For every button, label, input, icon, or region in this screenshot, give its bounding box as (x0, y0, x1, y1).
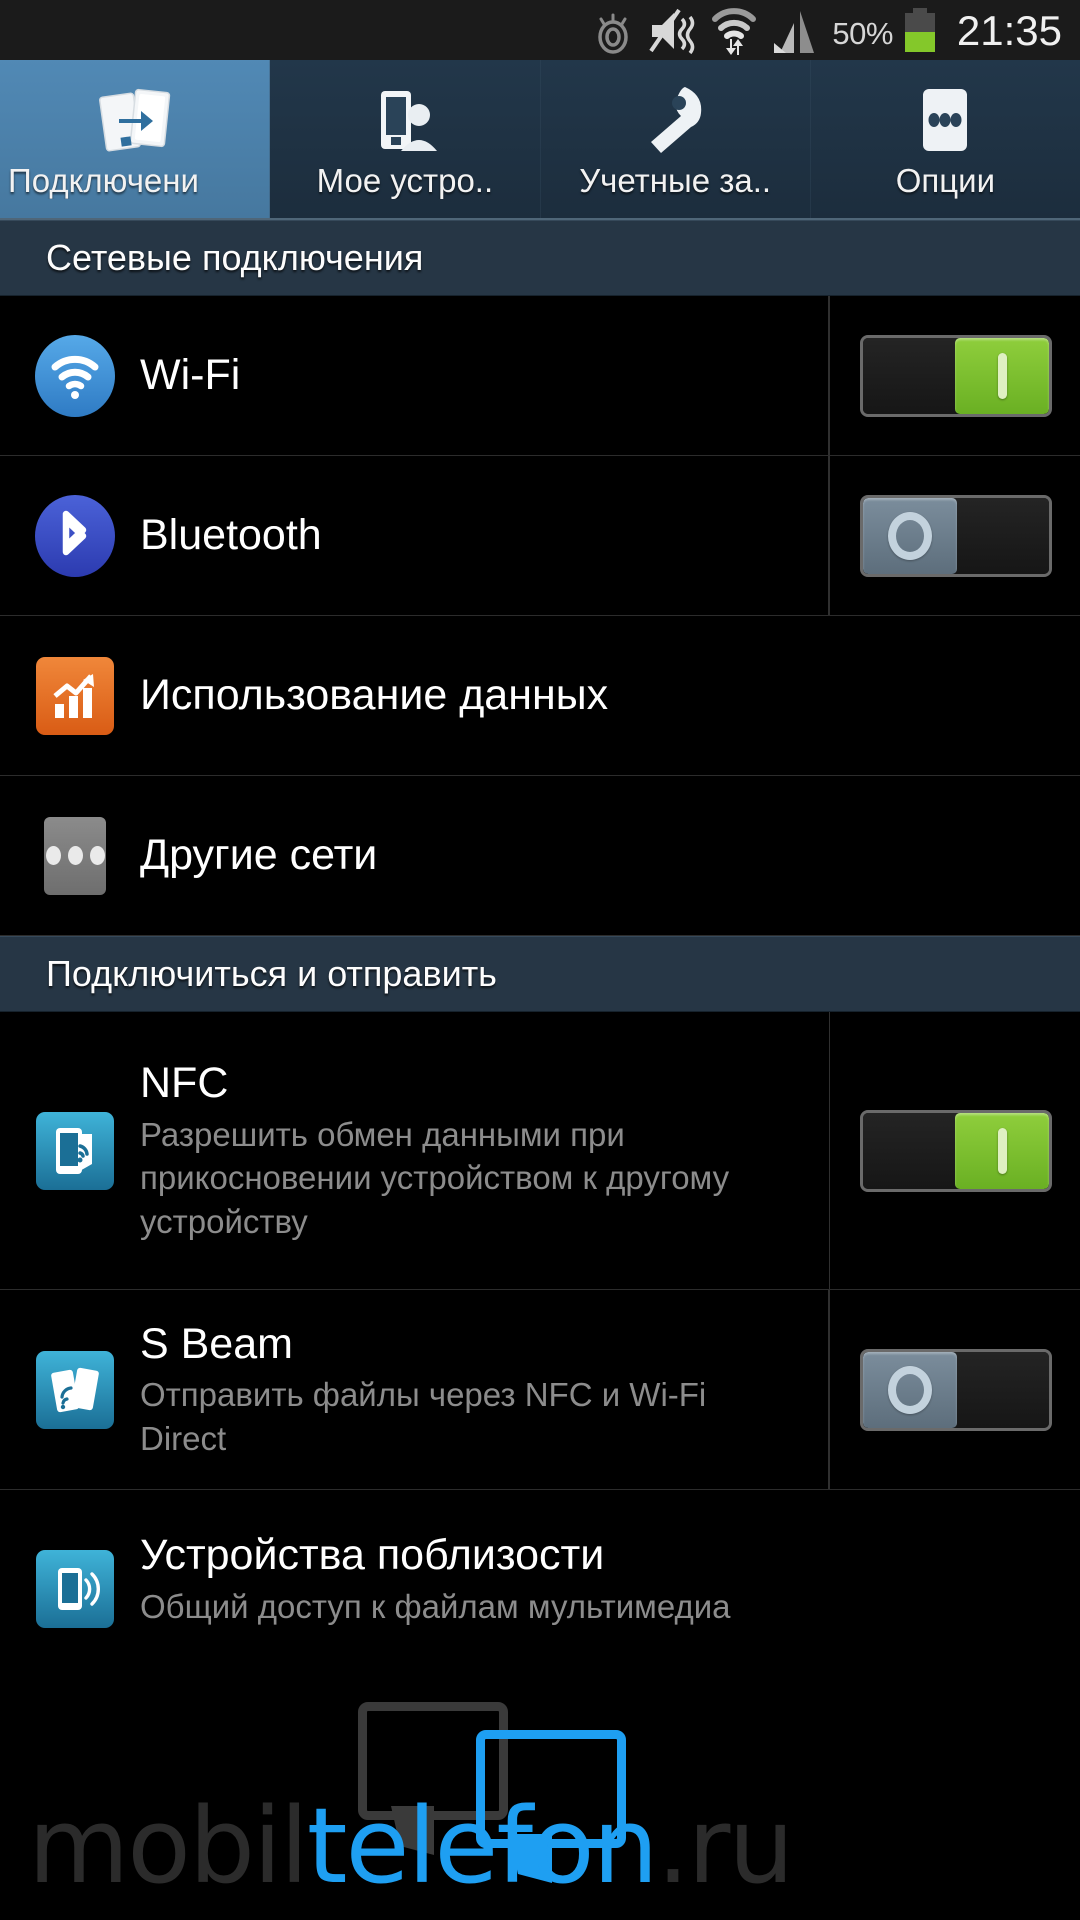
row-title-more-networks: Другие сети (140, 831, 378, 880)
row-bluetooth[interactable]: Bluetooth (0, 456, 1080, 616)
row-wifi[interactable]: Wi-Fi (0, 296, 1080, 456)
row-title-bluetooth: Bluetooth (140, 511, 322, 560)
toggle-s-beam[interactable] (860, 1348, 1052, 1431)
data-usage-icon (32, 653, 118, 739)
row-title-nearby-devices: Устройства поблизости (140, 1531, 605, 1579)
tab-label-options: Опции (895, 164, 996, 199)
row-divider (828, 1290, 830, 1489)
toggle-nfc[interactable] (860, 1109, 1052, 1192)
row-text-data-usage: Использование данных (140, 670, 1080, 721)
row-title-data-usage: Использование данных (140, 671, 609, 720)
more-options-icon (903, 78, 987, 164)
tab-options[interactable]: Опции (810, 60, 1080, 218)
row-title-s-beam: S Beam (140, 1319, 293, 1368)
row-data-usage[interactable]: Использование данных (0, 616, 1080, 776)
tab-label-accounts: Учетные за.. (579, 164, 772, 199)
battery-icon (904, 8, 935, 52)
row-divider (828, 456, 830, 615)
row-text-more-networks: Другие сети (140, 830, 1080, 881)
accounts-key-icon (633, 78, 717, 164)
status-bar: 50% 21:35 (0, 0, 1080, 60)
row-title-nfc: NFC (140, 1058, 229, 1107)
toggle-wifi[interactable] (860, 334, 1052, 417)
more-networks-icon (32, 813, 118, 899)
row-text-s-beam: S Beam Отправить файлы через NFC и Wi-Fi… (140, 1319, 828, 1461)
toggle-bluetooth[interactable] (860, 494, 1052, 577)
row-control-s-beam (860, 1348, 1080, 1431)
row-text-nfc: NFC Разрешить обмен данными при прикосно… (140, 1058, 829, 1243)
my-device-icon (363, 78, 447, 164)
row-subtitle-nfc: Разрешить обмен данными при прикосновени… (140, 1115, 730, 1240)
battery-percent-label: 50% (832, 15, 893, 51)
wifi-transfer-icon (712, 8, 757, 55)
tab-connections[interactable]: Подключени (0, 60, 271, 218)
mute-vibrate-icon (649, 8, 695, 55)
status-clock: 21:35 (956, 7, 1062, 54)
section-header-connect-share: Подключиться и отправить (0, 936, 1080, 1012)
signal-bars-icon (774, 11, 815, 53)
site-watermark: mobiltelefon.ru (28, 1702, 1028, 1906)
three-dots-icon (45, 846, 105, 865)
row-nearby-devices[interactable]: Устройства поблизости Общий доступ к фай… (0, 1490, 1080, 1660)
row-more-networks[interactable]: Другие сети (0, 776, 1080, 936)
watermark-part2: telefon (306, 1785, 659, 1907)
status-icons (591, 5, 818, 55)
wifi-icon (32, 333, 118, 419)
tab-label-my-device: Мое устро.. (316, 164, 494, 199)
speech-bubble-dark-icon (358, 1702, 508, 1855)
row-text-bluetooth: Bluetooth (140, 510, 828, 561)
settings-tab-bar: Подключени Мое устро.. Учетные за.. Опци… (0, 60, 1080, 220)
speech-bubble-blue-icon (476, 1730, 626, 1883)
row-control-wifi (860, 334, 1080, 417)
s-beam-icon (32, 1347, 118, 1433)
row-subtitle-s-beam: Отправить файлы через NFC и Wi-Fi Direct (140, 1376, 707, 1457)
watermark-text: mobiltelefon.ru (28, 1794, 794, 1898)
connections-icon (93, 78, 177, 164)
row-text-wifi: Wi-Fi (140, 350, 828, 401)
row-text-nearby-devices: Устройства поблизости Общий доступ к фай… (140, 1530, 1080, 1628)
tab-label-connections: Подключени (8, 164, 199, 199)
row-subtitle-nearby-devices: Общий доступ к файлам мультимедиа (140, 1587, 731, 1625)
bluetooth-icon (32, 493, 118, 579)
row-s-beam[interactable]: S Beam Отправить файлы через NFC и Wi-Fi… (0, 1290, 1080, 1490)
row-nfc[interactable]: NFC Разрешить обмен данными при прикосно… (0, 1012, 1080, 1290)
row-control-bluetooth (860, 494, 1080, 577)
row-divider (828, 1012, 830, 1289)
section-header-network: Сетевые подключения (0, 220, 1080, 296)
row-title-wifi: Wi-Fi (140, 351, 241, 400)
smart-stay-eye-icon (598, 13, 629, 54)
tab-my-device[interactable]: Мое устро.. (270, 60, 541, 218)
row-divider (828, 296, 830, 455)
nearby-devices-icon (32, 1546, 118, 1632)
nfc-icon (32, 1108, 118, 1194)
row-control-nfc (860, 1109, 1080, 1192)
watermark-part1: mobil (28, 1785, 309, 1907)
tab-accounts[interactable]: Учетные за.. (540, 60, 811, 218)
watermark-part3: .ru (656, 1785, 795, 1907)
